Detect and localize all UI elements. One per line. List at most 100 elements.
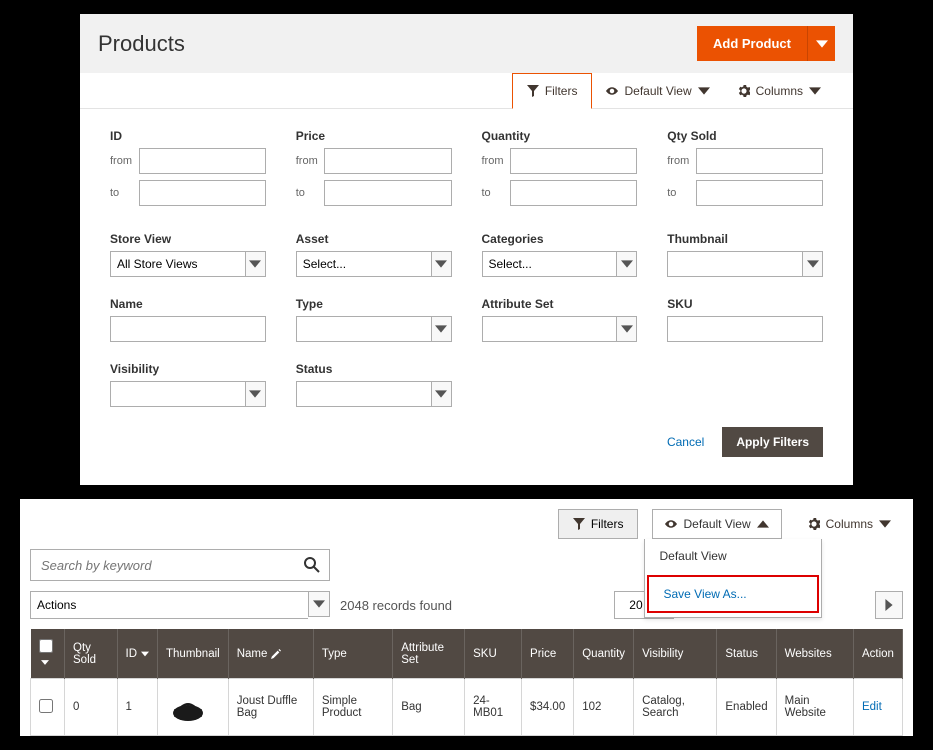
cell-attribute-set: Bag	[393, 679, 465, 736]
col-name[interactable]: Name	[228, 629, 313, 679]
select-all-checkbox[interactable]	[39, 639, 53, 653]
filter-storeview-input[interactable]	[110, 251, 245, 277]
apply-filters-button[interactable]: Apply Filters	[722, 427, 823, 457]
filter-categories-label: Categories	[482, 232, 638, 246]
cell-qty-sold: 0	[65, 679, 118, 736]
filter-price: Price from to	[296, 129, 452, 212]
col-websites[interactable]: Websites	[776, 629, 853, 679]
caret-down-icon	[621, 323, 633, 335]
chevron-right-icon	[883, 599, 895, 611]
filter-asset-caret[interactable]	[431, 251, 452, 277]
filter-thumbnail-input[interactable]	[667, 251, 802, 277]
col-qty-sold[interactable]: Qty Sold	[65, 629, 118, 679]
filter-quantity: Quantity from to	[482, 129, 638, 212]
col-type[interactable]: Type	[313, 629, 392, 679]
table-row: 0 1 Joust Duffle Bag Simple Product Bag …	[31, 679, 903, 736]
data-grid: Qty Sold ID Thumbnail Name Type Attribut…	[30, 629, 903, 736]
filters-button-2[interactable]: Filters	[558, 509, 639, 539]
filter-attrset-input[interactable]	[482, 316, 617, 342]
col-price[interactable]: Price	[522, 629, 574, 679]
cell-action: Edit	[853, 679, 902, 736]
filter-status: Status	[296, 362, 452, 407]
filters-toggle-button[interactable]: Filters	[512, 73, 593, 109]
col-action[interactable]: Action	[853, 629, 902, 679]
filter-quantity-from-input[interactable]	[510, 148, 637, 174]
cancel-button[interactable]: Cancel	[667, 435, 704, 449]
filter-thumbnail-caret[interactable]	[802, 251, 823, 277]
filter-type-label: Type	[296, 297, 452, 311]
filter-visibility-input[interactable]	[110, 381, 245, 407]
columns-label: Columns	[756, 84, 803, 98]
col-thumbnail[interactable]: Thumbnail	[158, 629, 229, 679]
search-input[interactable]	[31, 558, 295, 573]
filter-categories-caret[interactable]	[616, 251, 637, 277]
gear-icon	[738, 85, 750, 97]
pencil-icon	[271, 648, 281, 660]
col-sku[interactable]: SKU	[465, 629, 522, 679]
caret-down-icon	[435, 258, 447, 270]
filters-label-2: Filters	[591, 517, 624, 531]
add-product-button[interactable]: Add Product	[697, 26, 807, 61]
filter-attrset-caret[interactable]	[616, 316, 637, 342]
filter-qtysold-from-label: from	[667, 155, 696, 167]
columns-button-2[interactable]: Columns	[796, 510, 903, 538]
search-button[interactable]	[295, 556, 329, 574]
filter-sku-label: SKU	[667, 297, 823, 311]
col-status[interactable]: Status	[717, 629, 776, 679]
row-checkbox[interactable]	[39, 699, 53, 713]
filter-qtysold-to-input[interactable]	[696, 180, 823, 206]
caret-down-icon	[41, 660, 49, 665]
edit-link[interactable]: Edit	[862, 701, 882, 713]
cell-name: Joust Duffle Bag	[228, 679, 313, 736]
view-option-save-as[interactable]: Save View As...	[647, 575, 818, 613]
default-view-button[interactable]: Default View	[592, 73, 723, 108]
caret-down-icon	[816, 38, 828, 50]
actions-dropdown	[30, 591, 330, 619]
filter-name-input[interactable]	[110, 316, 266, 342]
filter-price-to-input[interactable]	[324, 180, 451, 206]
caret-down-icon	[435, 323, 447, 335]
filter-status-caret[interactable]	[431, 381, 452, 407]
filter-qtysold-from-input[interactable]	[696, 148, 823, 174]
filters-label: Filters	[545, 84, 578, 98]
filter-asset-input[interactable]	[296, 251, 431, 277]
filter-categories: Categories	[482, 232, 638, 277]
filter-price-from-input[interactable]	[324, 148, 451, 174]
cell-thumbnail	[158, 679, 229, 736]
filter-id-to-input[interactable]	[139, 180, 266, 206]
grid-toolbar: Filters Default View Columns	[80, 73, 853, 109]
add-product-dropdown-toggle[interactable]	[807, 26, 835, 61]
filter-categories-input[interactable]	[482, 251, 617, 277]
pager-next-button[interactable]	[875, 591, 903, 619]
col-quantity[interactable]: Quantity	[574, 629, 634, 679]
filter-thumbnail: Thumbnail	[667, 232, 823, 277]
filter-status-input[interactable]	[296, 381, 431, 407]
filter-qty-to-label: to	[482, 187, 511, 199]
col-attribute-set[interactable]: Attribute Set	[393, 629, 465, 679]
filter-sku-input[interactable]	[667, 316, 823, 342]
filter-quantity-to-input[interactable]	[510, 180, 637, 206]
filter-qty-from-label: from	[482, 155, 511, 167]
actions-input[interactable]	[30, 591, 308, 619]
filter-id-from-input[interactable]	[139, 148, 266, 174]
cell-status: Enabled	[717, 679, 776, 736]
actions-caret[interactable]	[308, 591, 330, 617]
cell-price: $34.00	[522, 679, 574, 736]
filter-visibility-caret[interactable]	[245, 381, 266, 407]
columns-button[interactable]: Columns	[724, 73, 835, 108]
page-title: Products	[98, 31, 185, 57]
filter-storeview-caret[interactable]	[245, 251, 266, 277]
eye-icon	[665, 518, 677, 530]
filter-price-label: Price	[296, 129, 452, 143]
filter-type-caret[interactable]	[431, 316, 452, 342]
col-visibility[interactable]: Visibility	[634, 629, 717, 679]
filter-type-input[interactable]	[296, 316, 431, 342]
view-option-default[interactable]: Default View	[645, 539, 820, 573]
col-select-all[interactable]	[31, 629, 65, 679]
col-id[interactable]: ID	[117, 629, 158, 679]
view-dropdown: Default View Save View As...	[644, 539, 821, 618]
eye-icon	[606, 85, 618, 97]
caret-up-icon	[757, 518, 769, 530]
filter-id-from-label: from	[110, 155, 139, 167]
default-view-toggle[interactable]: Default View	[652, 509, 781, 539]
